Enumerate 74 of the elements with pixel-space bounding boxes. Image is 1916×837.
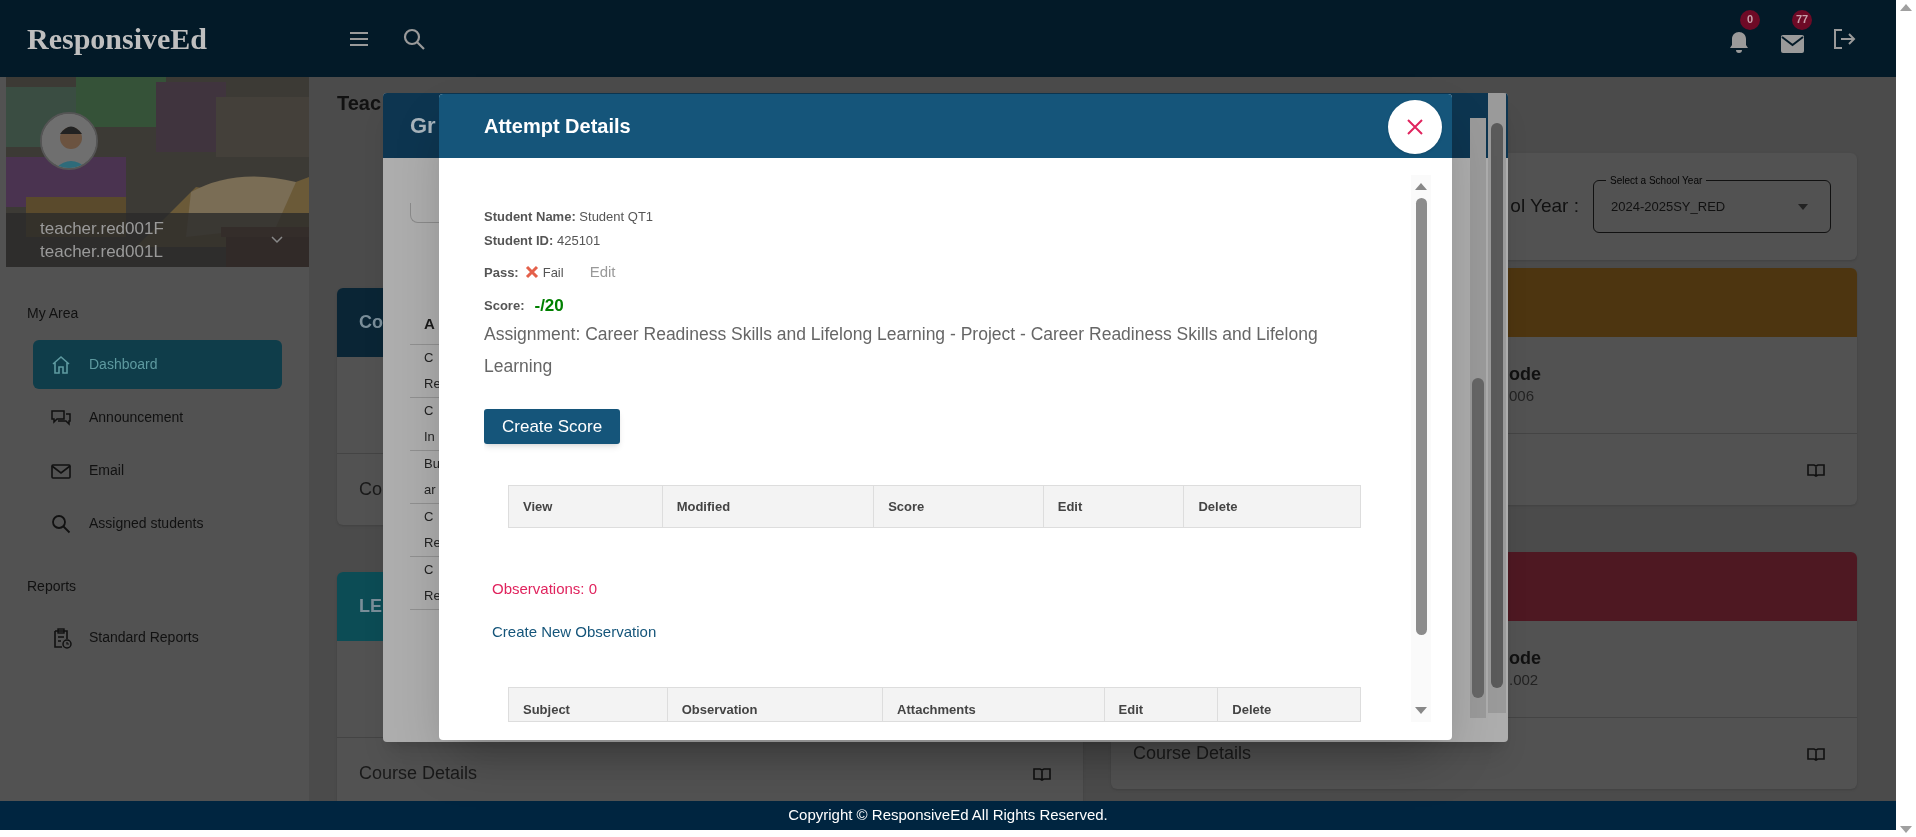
pass-label: Pass: [484,263,519,282]
scrollbar-thumb[interactable] [1415,198,1427,635]
search-icon [50,512,72,535]
caret-icon [1798,203,1808,210]
book-icon[interactable] [1807,746,1825,761]
column-header: Delete [1217,688,1360,721]
card-title: Co [359,311,383,334]
column-header: Modified [661,486,874,528]
card-title: LE [359,595,382,618]
table-cell-text: Bu [424,455,441,473]
section-title: Reports [27,577,78,596]
dialog-title: Gr [410,112,436,140]
sidebar-item[interactable]: Dashboard [33,340,282,389]
school-year-label: ol Year : [1510,194,1579,219]
book-icon[interactable] [1807,462,1825,477]
course-details-label: Co [359,478,382,501]
book-icon[interactable] [1033,766,1051,781]
score-value: -/20 [534,294,564,317]
scrollbar-thumb[interactable] [1472,378,1484,698]
notification-badge: 0 [1740,9,1760,30]
table-cell-text: In [424,428,436,446]
scroll-down-arrow-icon[interactable] [1900,826,1912,833]
mail-icon[interactable] [1780,33,1805,54]
course-details-label: Course Details [359,762,478,785]
column-header: Score [873,486,1043,528]
column-header: Subject [522,700,571,719]
scroll-up-arrow-icon[interactable] [1900,4,1912,11]
search-icon[interactable] [402,26,426,51]
logo: ResponsiveEd [27,21,209,57]
edit-link[interactable]: Edit [589,261,616,284]
bell-icon[interactable] [1728,29,1750,54]
user-name: teacher.red001L [40,241,164,263]
scroll-up-arrow-icon[interactable] [1415,183,1427,190]
student-id: Student ID: 425101 [484,232,602,250]
code-label: ode [1509,647,1542,669]
column-header: Observation [666,688,883,721]
score-label: Score: [484,296,525,315]
cross-icon [524,265,539,280]
menu-icon[interactable] [349,30,369,47]
user-name: teacher.red001F [40,218,165,240]
scrollbar-thumb[interactable] [1491,123,1503,688]
column-header: View [522,497,554,516]
scroll-down-arrow-icon[interactable] [1415,707,1427,714]
assignment-text: Assignment: Career Readiness Skills and Lifelong Learning - Project - Career Readiness Skills and Lifelong Learning [484,322,1319,378]
scrollbar[interactable] [1411,175,1431,722]
sidebar-item[interactable]: Standard Reports [33,613,282,662]
copyright-text: Copyright © ResponsiveEd All Rights Reserved. [788,805,1108,826]
table-cell-text: C [424,349,435,367]
table-cell-text: ar [424,481,437,499]
close-icon [1406,118,1424,136]
message-badge: 77 [1792,9,1813,30]
create-observation-link[interactable]: Create New Observation [492,620,657,644]
logout-icon[interactable] [1832,27,1856,50]
table-cell-text: C [424,508,435,526]
column-header: Attachments [882,688,1104,721]
create-score-button[interactable]: Create Score [484,408,621,445]
table-cell-text: C [424,561,435,579]
chevron-down-icon[interactable] [271,236,283,244]
select-value: 2024-2025SY_RED [1611,197,1726,216]
page-title: Teac [337,93,383,113]
column-header: Edit [1103,688,1218,721]
code-label: ode [1509,363,1542,385]
column-header: Edit [1042,486,1184,528]
section-title: My Area [27,304,80,323]
sidebar-item[interactable]: Email [33,446,282,495]
home-icon [50,353,72,376]
sidebar-item[interactable]: Assigned students [33,499,282,548]
column-header: Delete [1183,486,1360,528]
pass-status: Fail [542,263,564,282]
observations-count: Observations: 0 [492,579,599,600]
sidebar-item[interactable]: Announcement [33,393,282,442]
table-cell-text: C [424,402,435,420]
student-name: Student Name: Student QT1 [484,208,655,226]
dialog-title: Attempt Details [484,114,631,139]
